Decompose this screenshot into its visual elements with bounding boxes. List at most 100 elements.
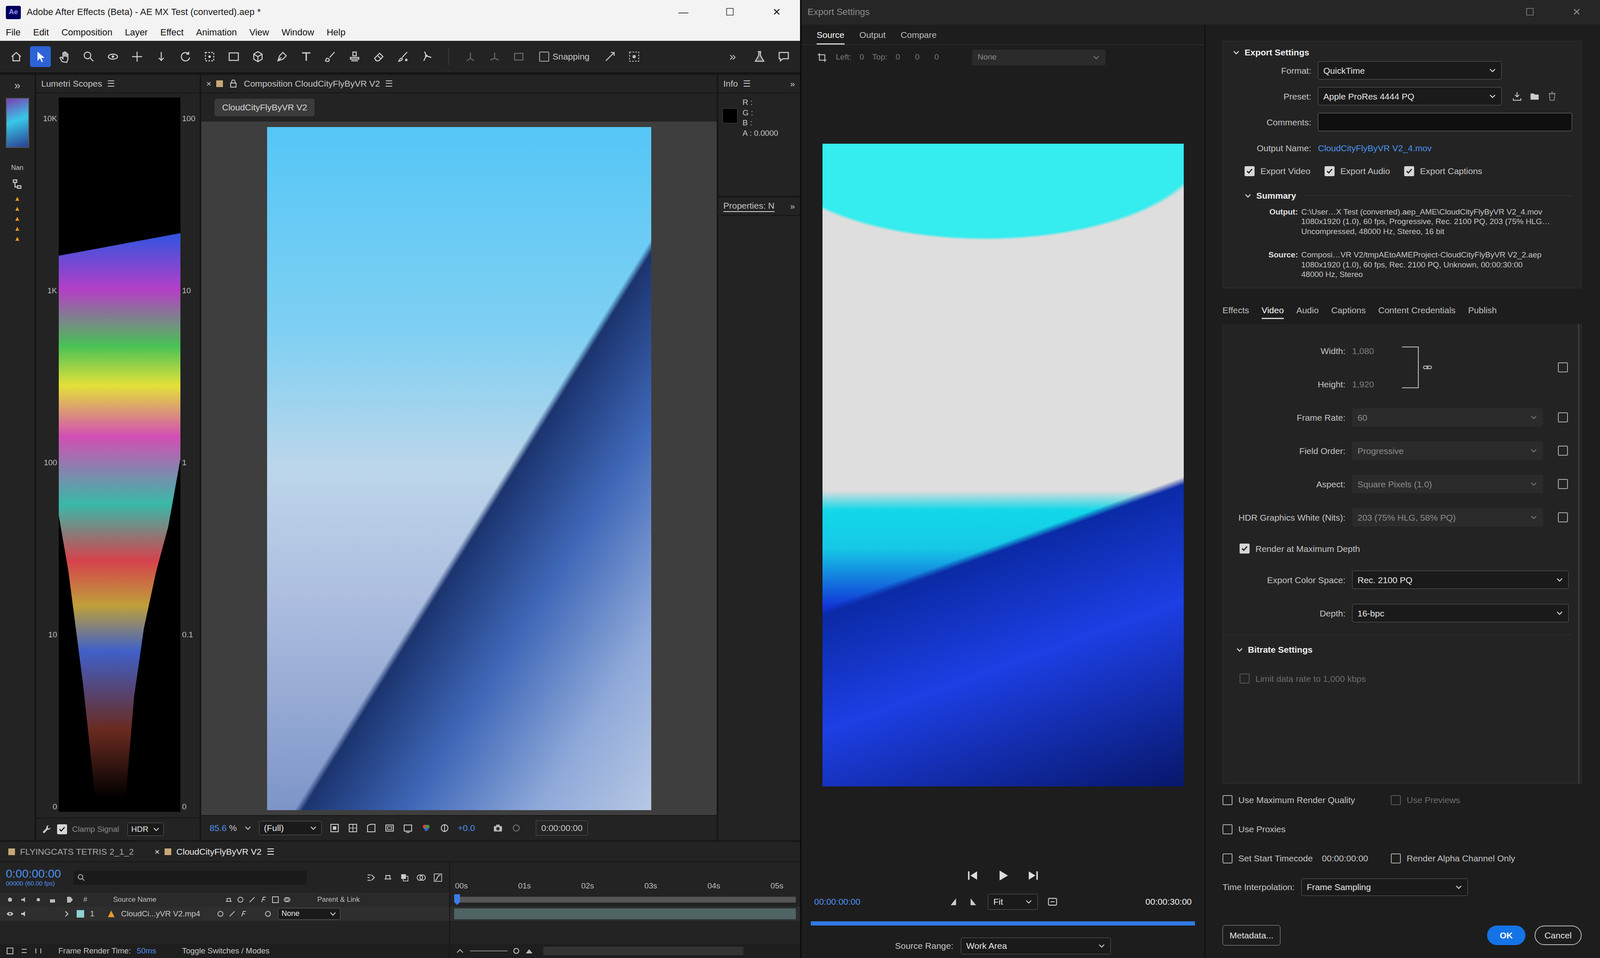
chevron-down-icon[interactable] <box>244 824 252 833</box>
panel-overflow[interactable]: » <box>14 79 20 93</box>
crop-icon[interactable] <box>816 52 828 63</box>
tool-button[interactable] <box>344 46 365 68</box>
pick-whip-icon[interactable] <box>263 910 273 919</box>
menu-item[interactable]: Layer <box>125 27 148 38</box>
settings-tab[interactable]: Publish <box>1467 305 1497 320</box>
play-icon[interactable] <box>995 868 1011 884</box>
panel-overflow[interactable]: » <box>790 78 795 89</box>
set-out-point-icon[interactable] <box>967 896 979 908</box>
work-area-bar[interactable] <box>449 892 800 908</box>
tool-button[interactable] <box>102 46 124 68</box>
close-button[interactable]: ✕ <box>1553 0 1600 25</box>
graph-editor-icon[interactable] <box>432 872 444 884</box>
snap-option-button[interactable] <box>623 46 645 68</box>
alpha-only-toggle[interactable]: Render Alpha Channel Only <box>1390 849 1582 868</box>
checkbox[interactable] <box>1390 795 1401 806</box>
aspect-dropdown[interactable]: Square Pixels (1.0) <box>1352 475 1543 494</box>
panel-title[interactable]: Properties: N <box>723 200 775 212</box>
cancel-button[interactable]: Cancel <box>1534 925 1582 946</box>
panel-menu[interactable]: ☰ <box>742 78 751 89</box>
close-tab-button[interactable]: × <box>154 846 160 858</box>
menu-item[interactable]: Effect <box>160 27 184 38</box>
tool-button[interactable] <box>368 46 390 68</box>
expand-arrow-icon[interactable] <box>62 910 71 919</box>
timeline-tab[interactable]: × CloudCityFlyByVR V2 ☰ <box>154 846 275 858</box>
checkbox[interactable] <box>57 824 68 835</box>
label-swatch[interactable] <box>76 910 85 918</box>
layer-duration-bar[interactable] <box>454 908 796 920</box>
panel-title[interactable]: Lumetri Scopes <box>41 78 103 89</box>
delete-preset-icon[interactable] <box>1546 90 1558 102</box>
feedback-button[interactable] <box>773 46 795 68</box>
hdr-white-dropdown[interactable]: 203 (75% HLG, 58% PQ) <box>1352 508 1543 527</box>
crop-value[interactable]: 0 <box>915 52 920 63</box>
summary-header[interactable]: Summary <box>1232 190 1573 201</box>
work-area[interactable] <box>454 897 796 903</box>
tool-button[interactable] <box>392 46 414 68</box>
use-previews-toggle[interactable]: Use Previews <box>1390 791 1582 810</box>
output-name-link[interactable]: CloudCityFlyByVR V2_4.mov <box>1317 142 1432 154</box>
in-out-icon[interactable] <box>34 947 43 956</box>
tool-button[interactable] <box>295 46 317 68</box>
frame-blending-icon[interactable] <box>399 872 410 884</box>
layer-row[interactable]: 1 CloudCi...yVR V2.mp4 None <box>0 907 450 922</box>
tool-button[interactable] <box>54 46 75 68</box>
format-dropdown[interactable]: QuickTime <box>1317 61 1502 80</box>
checkbox[interactable] <box>1222 795 1233 806</box>
chain-link-icon[interactable] <box>1422 362 1433 373</box>
collapse-switch-icon[interactable] <box>216 910 225 919</box>
chevron-icon[interactable] <box>1235 645 1244 655</box>
height-value[interactable]: 1,920 <box>1352 379 1403 390</box>
speaker-icon[interactable] <box>20 910 29 919</box>
wrench-icon[interactable] <box>41 824 53 835</box>
comments-field[interactable] <box>1317 112 1573 132</box>
zoom-out-icon[interactable] <box>455 947 465 956</box>
settings-tab[interactable]: Content Credentials <box>1378 305 1456 320</box>
menu-item[interactable]: Animation <box>196 27 238 38</box>
export-video-toggle[interactable]: Export Video <box>1244 165 1311 177</box>
current-time[interactable]: 00:00:00:00 <box>814 896 861 908</box>
time-interpolation-dropdown[interactable]: Frame Sampling <box>1301 878 1468 897</box>
source-range-bar[interactable] <box>801 913 1205 934</box>
settings-tab[interactable]: Video <box>1261 305 1284 320</box>
max-depth-toggle[interactable]: Render at Maximum Depth <box>1222 534 1573 564</box>
zoom-handle[interactable] <box>513 948 520 955</box>
time-ruler[interactable]: 00s 01s 02s 03s 04s 05s <box>449 862 800 893</box>
preview-tab[interactable]: Output <box>859 29 886 45</box>
panel-title[interactable]: Info <box>723 78 738 89</box>
checkbox[interactable] <box>1390 853 1401 864</box>
panel-menu[interactable]: ☰ <box>385 78 393 89</box>
save-preset-icon[interactable] <box>1511 90 1523 102</box>
field-order-dropdown[interactable]: Progressive <box>1352 441 1543 460</box>
scroll-bar[interactable] <box>1577 324 1580 783</box>
crop-value[interactable]: 0 <box>934 52 940 63</box>
toggle-switches-button[interactable]: Toggle Switches / Modes <box>182 946 270 957</box>
checkbox[interactable] <box>1222 853 1233 864</box>
breadcrumb[interactable]: CloudCityFlyByVR V2 <box>214 98 315 116</box>
color-space-dropdown[interactable]: Rec. 2100 PQ <box>1352 570 1569 590</box>
axis-button[interactable] <box>460 46 481 68</box>
tool-button[interactable] <box>175 46 196 68</box>
maximize-button[interactable]: ☐ <box>706 0 754 25</box>
eye-icon[interactable] <box>5 910 15 919</box>
tool-button[interactable] <box>30 46 51 68</box>
step-back-icon[interactable] <box>965 868 981 884</box>
preview-tab[interactable]: Source <box>816 29 845 45</box>
current-time[interactable]: 0:00:00:00 00000 (60.00 fps) <box>5 868 61 888</box>
lock-icon[interactable] <box>227 78 239 90</box>
checkbox[interactable] <box>1239 543 1250 554</box>
scroll-bar[interactable] <box>543 947 744 956</box>
guides-icon[interactable] <box>384 822 395 834</box>
exposure-value[interactable]: +0.0 <box>457 822 475 834</box>
step-forward-icon[interactable] <box>1025 868 1041 884</box>
current-time-field[interactable]: 0:00:00:00 <box>535 820 588 836</box>
preview-tab[interactable]: Compare <box>900 29 937 45</box>
depth-dropdown[interactable]: 16-bpc <box>1352 604 1569 623</box>
color-channels-icon[interactable] <box>420 822 432 834</box>
import-preset-icon[interactable] <box>1529 90 1540 102</box>
checkbox[interactable] <box>1222 824 1233 835</box>
crop-value[interactable]: 0 <box>895 52 900 63</box>
checkbox[interactable] <box>539 51 550 62</box>
lock-box[interactable] <box>48 910 57 919</box>
max-quality-toggle[interactable]: Use Maximum Render Quality <box>1222 791 1391 810</box>
